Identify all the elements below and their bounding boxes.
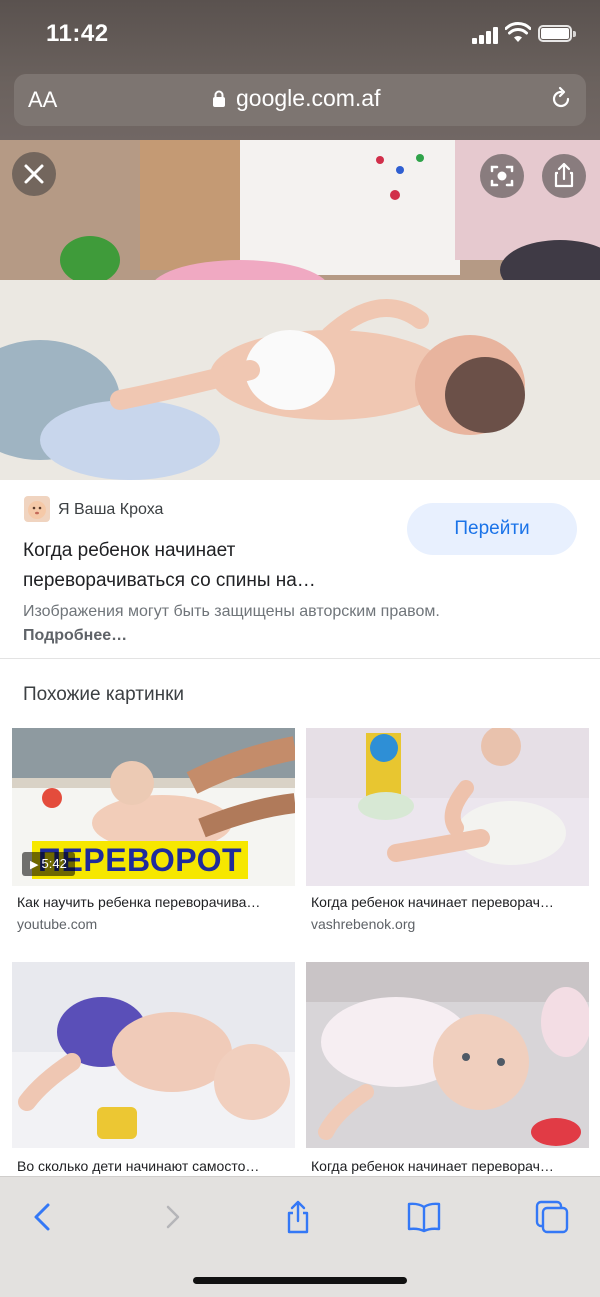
related-source: youtube.com [17, 916, 98, 932]
battery-icon [538, 25, 576, 42]
url-domain: google.com.af [236, 85, 381, 111]
address-bar[interactable]: AA google.com.af [14, 74, 586, 126]
source-site-name: Я Ваша Кроха [58, 501, 164, 518]
visit-button[interactable]: Перейти [407, 503, 577, 555]
related-caption: Когда ребенок начинает переворач… [311, 894, 554, 910]
close-preview-button[interactable] [12, 152, 56, 196]
related-thumbnail[interactable] [306, 962, 589, 1148]
related-image-card[interactable]: Когда ребенок начинает переворач… [306, 962, 589, 1174]
status-time: 11:42 [46, 20, 109, 47]
wifi-icon [505, 22, 531, 42]
related-image-card[interactable]: Во сколько дети начинают самосто… [12, 962, 295, 1174]
related-caption: Как научить ребенка переворачива… [17, 894, 261, 910]
copyright-notice: Изображения могут быть защищены авторски… [23, 600, 463, 648]
preview-image[interactable] [0, 140, 600, 480]
lens-icon [490, 165, 514, 187]
home-indicator[interactable] [193, 1277, 407, 1284]
related-thumbnail[interactable] [306, 728, 589, 886]
site-favicon [24, 496, 50, 522]
browser-top-chrome: 11:42 AA google.com.af [0, 0, 600, 140]
close-icon [24, 164, 44, 184]
video-duration-badge: ▶ 5:42 [22, 852, 75, 876]
share-image-button[interactable] [542, 154, 586, 198]
related-source: vashrebenok.org [311, 916, 416, 932]
copyright-text: Изображения могут быть защищены авторски… [23, 603, 440, 620]
duration-text: 5:42 [41, 856, 67, 871]
status-bar: 11:42 [0, 0, 600, 66]
related-image-card[interactable]: Когда ребенок начинает переворач… vashre… [306, 728, 589, 932]
text-size-label: AA [28, 87, 58, 112]
share-icon[interactable] [280, 1199, 316, 1235]
related-image-card[interactable]: ПЕРЕВОРОТ ▶ 5:42 Как научить ребенка пер… [12, 728, 295, 932]
bookmarks-icon[interactable] [406, 1199, 442, 1235]
related-thumbnail[interactable]: ПЕРЕВОРОТ ▶ 5:42 [12, 728, 295, 886]
divider [0, 658, 600, 659]
play-icon: ▶ [30, 859, 42, 871]
related-images-heading: Похожие картинки [23, 684, 184, 705]
related-thumbnail[interactable] [12, 962, 295, 1148]
back-icon[interactable] [26, 1199, 62, 1235]
tabs-icon[interactable] [534, 1199, 570, 1235]
result-title[interactable]: Когда ребенок начинает переворачиваться … [23, 536, 393, 596]
lens-search-button[interactable] [480, 154, 524, 198]
lock-icon [213, 90, 225, 107]
cellular-signal-icon [472, 26, 502, 44]
reload-icon[interactable] [548, 86, 574, 112]
learn-more-link[interactable]: Подробнее… [23, 627, 127, 644]
text-size-button[interactable]: AA [28, 87, 57, 113]
related-caption: Во сколько дети начинают самосто… [17, 1158, 260, 1174]
related-caption: Когда ребенок начинает переворач… [311, 1158, 554, 1174]
share-icon [554, 162, 574, 188]
forward-icon[interactable] [154, 1199, 190, 1235]
